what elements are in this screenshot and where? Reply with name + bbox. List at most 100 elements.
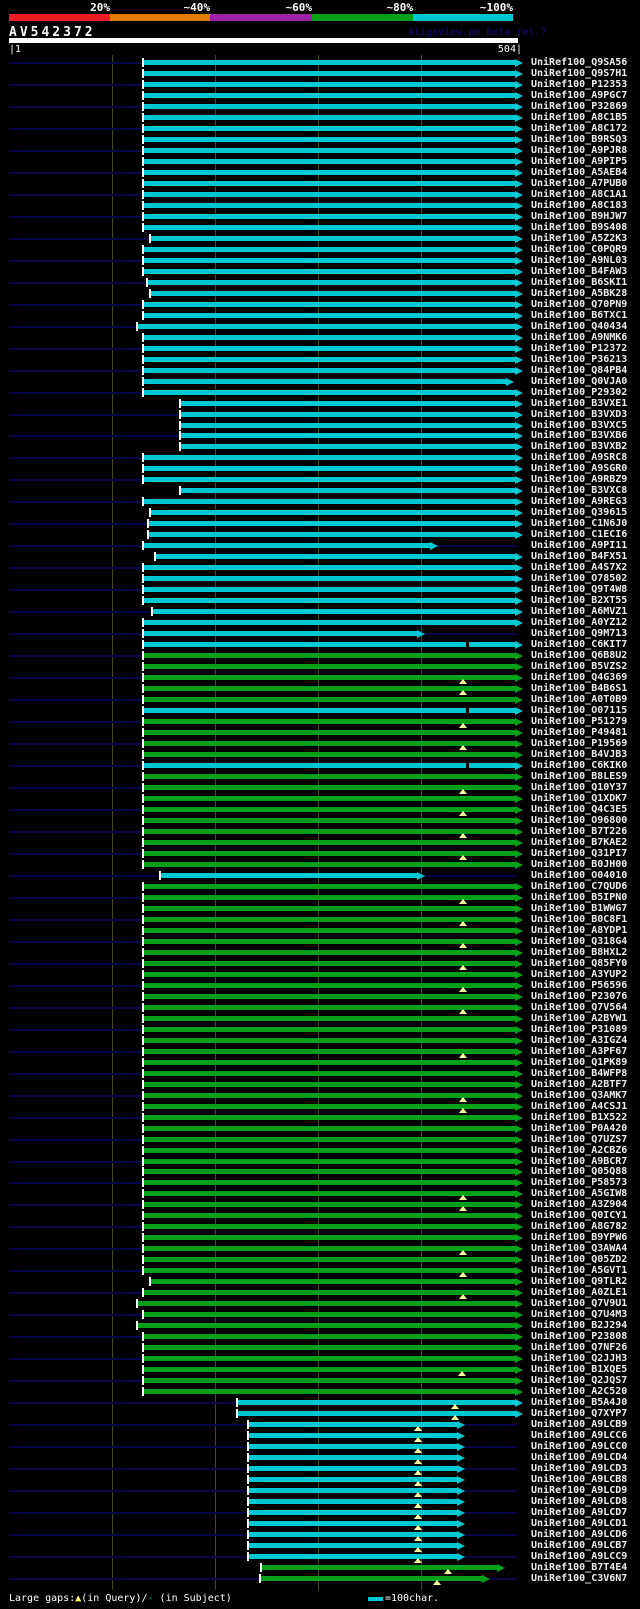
hit-accession-label[interactable]: UniRef100_A4S7X2 xyxy=(531,562,627,573)
hit-accession-label[interactable]: UniRef100_B5A4J0 xyxy=(531,1397,627,1408)
hit-accession-label[interactable]: UniRef100_A9LCD4 xyxy=(531,1452,627,1463)
hit-accession-label[interactable]: UniRef100_P56596 xyxy=(531,980,627,991)
alignment-bar[interactable] xyxy=(143,905,515,911)
hit-accession-label[interactable]: UniRef100_A8YDP1 xyxy=(531,925,627,936)
hit-accession-label[interactable]: UniRef100_A8C172 xyxy=(531,123,627,134)
hit-accession-label[interactable]: UniRef100_B0C8F1 xyxy=(531,914,627,925)
alignment-bar[interactable] xyxy=(143,1213,515,1219)
hit-accession-label[interactable]: UniRef100_P49481 xyxy=(531,727,627,738)
alignment-bar[interactable] xyxy=(143,378,506,384)
hit-accession-label[interactable]: UniRef100_A9LCD1 xyxy=(531,1518,627,1529)
alignment-bar[interactable] xyxy=(143,345,515,351)
hit-accession-label[interactable]: UniRef100_B6TXC1 xyxy=(531,310,627,321)
hit-accession-label[interactable]: UniRef100_P12372 xyxy=(531,343,627,354)
alignment-bar[interactable] xyxy=(143,1334,515,1340)
hit-accession-label[interactable]: UniRef100_A8C183 xyxy=(531,200,627,211)
alignment-bar[interactable] xyxy=(143,1026,515,1032)
hit-accession-label[interactable]: UniRef100_B7T226 xyxy=(531,826,627,837)
hit-accession-label[interactable]: UniRef100_P23076 xyxy=(531,991,627,1002)
alignment-bar[interactable] xyxy=(148,532,515,538)
hit-accession-label[interactable]: UniRef100_A8G782 xyxy=(531,1221,627,1232)
hit-accession-label[interactable]: UniRef100_A9PI11 xyxy=(531,540,627,551)
alignment-bar[interactable] xyxy=(143,883,515,889)
alignment-bar[interactable] xyxy=(260,1575,482,1581)
hit-accession-label[interactable]: UniRef100_A9LCB8 xyxy=(531,1474,627,1485)
alignment-bar[interactable] xyxy=(180,444,515,450)
hit-accession-label[interactable]: UniRef100_B9S408 xyxy=(531,222,627,233)
alignment-bar[interactable] xyxy=(143,213,515,219)
alignment-bar[interactable] xyxy=(143,301,515,307)
hit-accession-label[interactable]: UniRef100_P19569 xyxy=(531,738,627,749)
hit-accession-label[interactable]: UniRef100_P36213 xyxy=(531,354,627,365)
alignment-bar[interactable] xyxy=(143,752,515,758)
hit-accession-label[interactable]: UniRef100_B4FX51 xyxy=(531,551,627,562)
hit-accession-label[interactable]: UniRef100_B3VXC5 xyxy=(531,420,627,431)
hit-accession-label[interactable]: UniRef100_A2CBZ6 xyxy=(531,1145,627,1156)
hit-accession-label[interactable]: UniRef100_P29302 xyxy=(531,387,627,398)
hit-accession-label[interactable]: UniRef100_Q7XYP7 xyxy=(531,1408,627,1419)
hit-accession-label[interactable]: UniRef100_B4VJB3 xyxy=(531,749,627,760)
hit-accession-label[interactable]: UniRef100_Q0VJA0 xyxy=(531,376,627,387)
alignment-bar[interactable] xyxy=(143,246,515,252)
alignment-bar[interactable] xyxy=(248,1499,457,1505)
alignment-bar[interactable] xyxy=(143,631,417,637)
hit-accession-label[interactable]: UniRef100_O78502 xyxy=(531,573,627,584)
alignment-bar[interactable] xyxy=(143,697,515,703)
alignment-bar[interactable] xyxy=(180,422,515,428)
hit-accession-label[interactable]: UniRef100_A9LCC6 xyxy=(531,1430,627,1441)
hit-accession-label[interactable]: UniRef100_Q4G369 xyxy=(531,672,627,683)
hit-accession-label[interactable]: UniRef100_B1WWG7 xyxy=(531,903,627,914)
alignment-bar[interactable] xyxy=(143,81,515,87)
alignment-bar[interactable] xyxy=(143,1235,515,1241)
hit-accession-label[interactable]: UniRef100_A5Z2K3 xyxy=(531,233,627,244)
hit-accession-label[interactable]: UniRef100_Q7UZS7 xyxy=(531,1134,627,1145)
hit-accession-label[interactable]: UniRef100_A9LCC0 xyxy=(531,1441,627,1452)
hit-accession-label[interactable]: UniRef100_Q1XDK7 xyxy=(531,793,627,804)
alignment-bar[interactable] xyxy=(143,224,515,230)
hit-accession-label[interactable]: UniRef100_C6KIT7 xyxy=(531,639,627,650)
hit-accession-label[interactable]: UniRef100_B3VXB2 xyxy=(531,441,627,452)
hit-accession-label[interactable]: UniRef100_A4CSJ1 xyxy=(531,1101,627,1112)
alignment-bar[interactable] xyxy=(143,356,515,362)
hit-accession-label[interactable]: UniRef100_B6SKI1 xyxy=(531,277,627,288)
hit-accession-label[interactable]: UniRef100_A9PJR8 xyxy=(531,145,627,156)
hit-accession-label[interactable]: UniRef100_A2C520 xyxy=(531,1386,627,1397)
hit-accession-label[interactable]: UniRef100_B9RSQ3 xyxy=(531,134,627,145)
alignment-bar[interactable] xyxy=(248,1488,457,1494)
alignment-bar[interactable] xyxy=(261,1564,497,1570)
alignment-bar[interactable] xyxy=(143,993,515,999)
alignment-bar[interactable] xyxy=(143,1125,515,1131)
hit-accession-label[interactable]: UniRef100_B8LES9 xyxy=(531,771,627,782)
alignment-bar[interactable] xyxy=(143,565,515,571)
alignment-bar[interactable] xyxy=(137,323,515,329)
alignment-bar[interactable] xyxy=(143,477,515,483)
hit-accession-label[interactable]: UniRef100_P32869 xyxy=(531,101,627,112)
alignment-bar[interactable] xyxy=(143,1345,515,1351)
hit-accession-label[interactable]: UniRef100_C7QUD6 xyxy=(531,881,627,892)
hit-accession-label[interactable]: UniRef100_A5GIW8 xyxy=(531,1188,627,1199)
hit-accession-label[interactable]: UniRef100_A9PGC7 xyxy=(531,90,627,101)
alignment-bar[interactable] xyxy=(248,1422,457,1428)
alignment-bar[interactable] xyxy=(143,114,515,120)
hit-accession-label[interactable]: UniRef100_A9SGR0 xyxy=(531,463,627,474)
alignment-bar[interactable] xyxy=(143,1070,515,1076)
alignment-bar[interactable] xyxy=(248,1433,457,1439)
alignment-bar[interactable] xyxy=(143,795,515,801)
hit-accession-label[interactable]: UniRef100_Q05Q88 xyxy=(531,1166,627,1177)
alignment-bar[interactable] xyxy=(143,92,515,98)
hit-accession-label[interactable]: UniRef100_Q3AMK7 xyxy=(531,1090,627,1101)
alignment-bar[interactable] xyxy=(143,191,515,197)
alignment-bar[interactable] xyxy=(143,664,515,670)
alignment-bar[interactable] xyxy=(143,257,515,263)
alignment-bar[interactable] xyxy=(143,499,515,505)
alignment-bar[interactable] xyxy=(143,598,515,604)
hit-accession-label[interactable]: UniRef100_B7T4E4 xyxy=(531,1562,627,1573)
hit-accession-label[interactable]: UniRef100_Q9T4W8 xyxy=(531,584,627,595)
alignment-bar[interactable] xyxy=(143,1257,515,1263)
hit-accession-label[interactable]: UniRef100_A9LCC9 xyxy=(531,1551,627,1562)
alignment-bar[interactable] xyxy=(143,949,515,955)
alignment-bar[interactable] xyxy=(143,147,515,153)
alignment-bar[interactable] xyxy=(180,411,515,417)
hit-accession-label[interactable]: UniRef100_B5IPN0 xyxy=(531,892,627,903)
alignment-bar[interactable] xyxy=(143,389,515,395)
